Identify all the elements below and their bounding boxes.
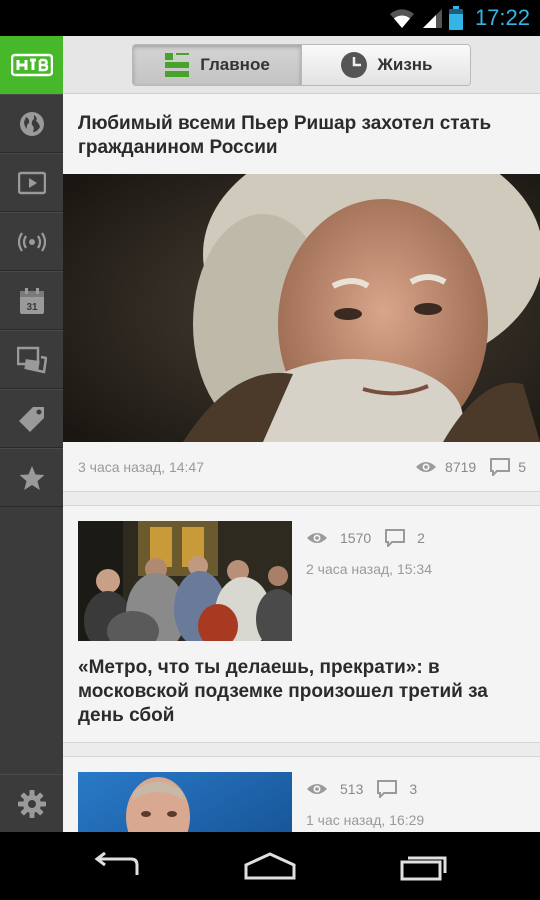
tab-main-label: Главное (200, 54, 270, 74)
feature-meta: 3 часа назад, 14:47 8719 5 (63, 442, 540, 492)
card-views: 513 (306, 781, 363, 797)
status-bar: 17:22 (0, 0, 540, 36)
sidebar: 31 (0, 36, 63, 832)
sidebar-item-video[interactable] (0, 153, 63, 212)
feature-views-count: 8719 (445, 458, 477, 475)
gallery-icon (16, 346, 47, 374)
comment-icon (385, 529, 406, 547)
star-icon (19, 465, 44, 490)
comment-icon (377, 780, 398, 798)
news-thumbnail (78, 772, 292, 832)
card-comments: 2 (385, 529, 425, 547)
grid-icon (165, 52, 190, 77)
card-comments-count: 3 (409, 781, 418, 797)
sidebar-item-tags[interactable] (0, 389, 63, 448)
card-views: 1570 (306, 530, 371, 546)
battery-icon (448, 6, 463, 30)
feature-photo (63, 174, 540, 442)
sidebar-item-live[interactable] (0, 212, 63, 271)
card-title: «Метро, что ты делаешь, прекрати»: в мос… (78, 657, 488, 726)
broadcast-icon (17, 231, 46, 252)
tag-icon (18, 406, 44, 432)
recents-icon[interactable] (399, 851, 449, 881)
card-comments-count: 2 (417, 530, 425, 546)
ntv-logo[interactable] (0, 36, 63, 94)
system-navbar (0, 832, 540, 900)
tab-life[interactable]: Жизнь (301, 44, 470, 85)
news-card[interactable]: 1570 2 2 часа назад, 15:34 «Метро, что т… (63, 505, 540, 743)
main-content: Главное Жизнь Любимый всеми Пьер Ришар з… (63, 36, 540, 832)
sidebar-item-calendar[interactable]: 31 (0, 271, 63, 330)
feature-time: 3 часа назад, 14:47 (78, 458, 204, 475)
settings-button[interactable] (0, 774, 63, 832)
tab-main[interactable]: Главное (133, 44, 301, 85)
eye-icon (307, 533, 327, 543)
news-thumbnail (78, 521, 292, 641)
sidebar-item-gallery[interactable] (0, 330, 63, 389)
eye-icon (307, 784, 327, 794)
news-card[interactable]: 513 3 1 час назад, 16:29 (63, 756, 540, 832)
card-views-count: 513 (340, 781, 364, 797)
segmented-tabs: Главное Жизнь (132, 43, 471, 86)
wifi-icon (389, 9, 414, 28)
card-comments: 3 (377, 780, 417, 798)
ntv-logo-icon (10, 53, 53, 77)
sidebar-item-favorites[interactable] (0, 448, 63, 507)
comment-icon (490, 457, 511, 476)
home-icon[interactable] (243, 851, 297, 881)
feature-comments-count: 5 (518, 458, 526, 475)
back-icon[interactable] (91, 851, 141, 881)
globe-icon (19, 111, 44, 136)
card-time: 2 часа назад, 15:34 (306, 561, 432, 577)
tab-life-label: Жизнь (377, 54, 433, 74)
card-time: 1 час назад, 16:29 (306, 812, 425, 828)
sidebar-item-world[interactable] (0, 94, 63, 153)
eye-icon (416, 461, 437, 472)
calendar-icon: 31 (19, 287, 44, 314)
video-icon (17, 171, 46, 194)
feature-title: Любимый всеми Пьер Ришар захотел стать г… (78, 113, 492, 158)
tab-bar: Главное Жизнь (63, 36, 540, 94)
card-views-count: 1570 (340, 530, 372, 546)
clock-icon (340, 51, 367, 78)
gear-icon (17, 789, 46, 818)
feature-comments: 5 (490, 457, 526, 476)
clock: 17:22 (474, 5, 530, 30)
calendar-day: 31 (26, 302, 38, 313)
feature-views: 8719 (415, 459, 476, 475)
signal-icon (422, 9, 442, 28)
feature-article[interactable]: Любимый всеми Пьер Ришар захотел стать г… (63, 94, 540, 492)
